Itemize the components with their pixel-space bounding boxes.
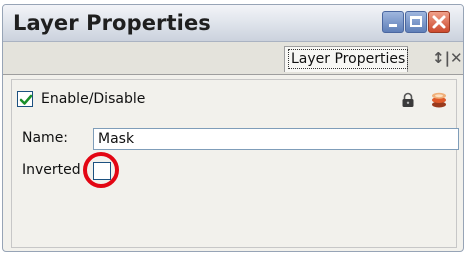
- name-input[interactable]: [93, 128, 459, 150]
- tab-label: Layer Properties: [288, 49, 409, 69]
- checkmark-icon: [19, 94, 33, 105]
- maximize-button[interactable]: [405, 11, 427, 33]
- lock-icon[interactable]: [400, 92, 416, 108]
- close-icon: [432, 15, 446, 29]
- layers-icon[interactable]: [430, 91, 448, 109]
- window-title: Layer Properties: [13, 11, 211, 35]
- enable-disable-checkbox[interactable]: [17, 91, 33, 107]
- inverted-label: Inverted: [22, 162, 81, 178]
- enable-disable-label: Enable/Disable: [41, 91, 146, 107]
- highlight-annotation-circle: [83, 152, 119, 188]
- close-button[interactable]: [428, 11, 450, 33]
- title-bar[interactable]: Layer Properties: [3, 5, 463, 42]
- minimize-button[interactable]: [382, 11, 404, 33]
- tab-strip: Layer Properties ↕|✕: [3, 42, 463, 75]
- name-label: Name:: [22, 130, 69, 146]
- tab-menu-controls[interactable]: ↕|✕: [432, 49, 463, 67]
- tab-layer-properties[interactable]: Layer Properties: [284, 46, 409, 72]
